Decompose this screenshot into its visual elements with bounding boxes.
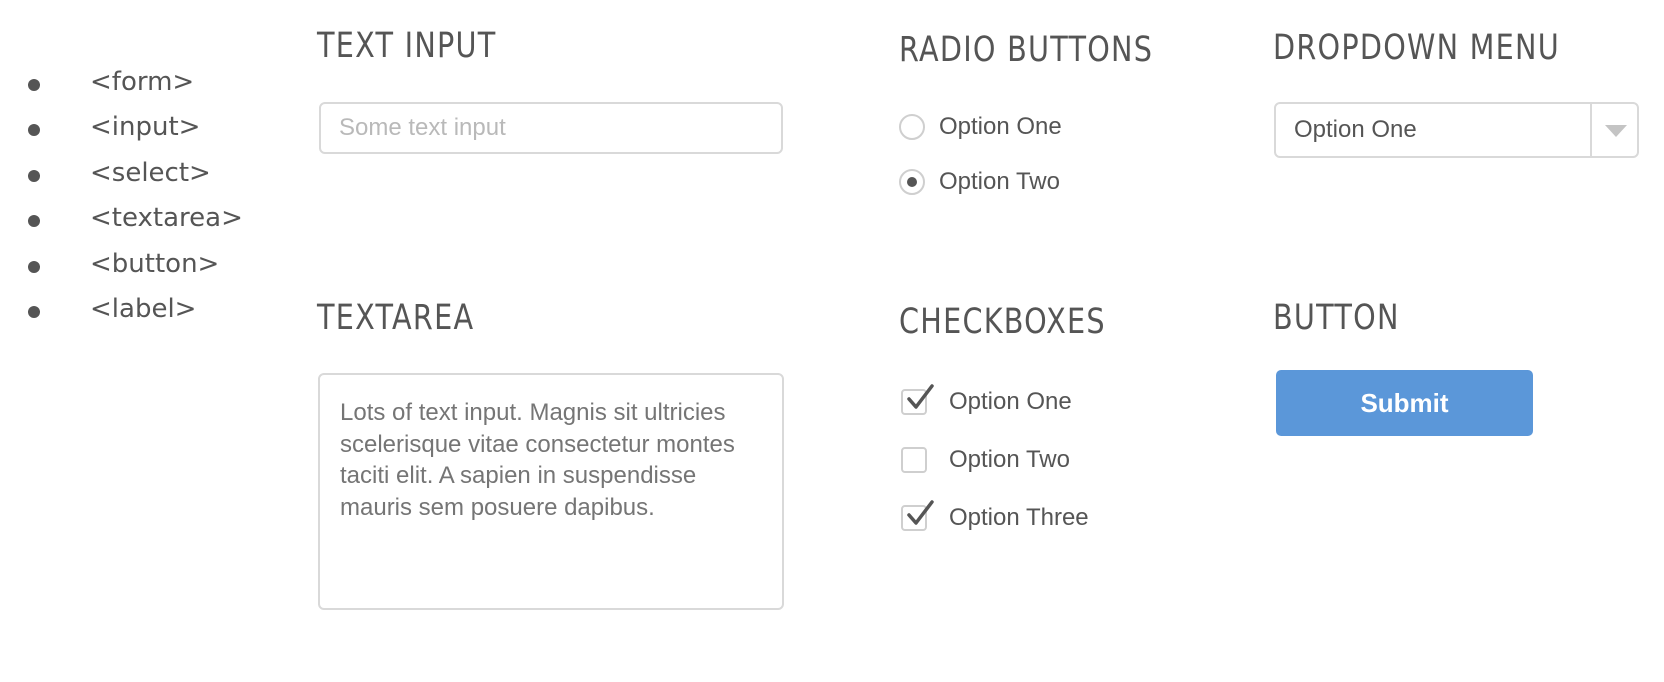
bullet-icon: [28, 169, 40, 182]
list-item-label: <textarea>: [90, 203, 243, 234]
dropdown-select[interactable]: Option One: [1274, 102, 1639, 158]
button-heading: Button: [1273, 298, 1400, 338]
radio-option-label: Option One: [939, 113, 1062, 140]
element-list: <form> <input> <select> <textarea> <butt…: [0, 60, 243, 332]
radio-button[interactable]: [899, 114, 925, 140]
submit-button[interactable]: Submit: [1276, 370, 1533, 436]
checkbox-unchecked[interactable]: [901, 447, 927, 473]
list-item-label: <button>: [90, 248, 220, 279]
bullet-icon: [28, 124, 40, 137]
radio-option-one[interactable]: Option One: [899, 107, 1062, 147]
checkmark-icon: [907, 384, 934, 409]
list-item: <input>: [0, 105, 243, 150]
list-item-label: <label>: [90, 293, 197, 324]
radio-option-label: Option Two: [939, 168, 1060, 195]
bullet-icon: [28, 305, 40, 318]
checkbox-option-two[interactable]: Option Two: [901, 440, 1070, 480]
checkboxes-heading: Checkboxes: [899, 302, 1106, 342]
checkbox-option-label: Option Two: [949, 446, 1070, 473]
textarea-heading: Textarea: [317, 298, 475, 338]
dropdown-menu-heading: Dropdown Menu: [1273, 28, 1560, 68]
dropdown-selected-value: Option One: [1294, 116, 1417, 143]
dropdown-divider: [1590, 104, 1592, 156]
checkbox-option-one[interactable]: Option One: [901, 382, 1072, 422]
bullet-icon: [28, 79, 40, 91]
checkbox-option-label: Option Three: [949, 504, 1089, 531]
radio-button-selected[interactable]: [899, 169, 925, 195]
chevron-down-icon[interactable]: [1605, 125, 1627, 137]
list-item: <button>: [0, 242, 243, 287]
checkbox-option-three[interactable]: Option Three: [901, 498, 1089, 538]
list-item: <label>: [0, 287, 243, 332]
radio-option-two[interactable]: Option Two: [899, 162, 1060, 202]
text-input-field[interactable]: [319, 102, 783, 154]
bullet-icon: [28, 215, 40, 228]
checkbox-checked[interactable]: [901, 500, 934, 531]
radio-buttons-heading: Radio Buttons: [899, 30, 1154, 70]
list-item: <select>: [0, 151, 243, 196]
textarea-field[interactable]: [318, 373, 784, 610]
list-item-label: <form>: [90, 67, 195, 97]
checkbox-checked[interactable]: [901, 384, 934, 415]
bullet-icon: [28, 260, 40, 273]
list-item: <textarea>: [0, 196, 243, 241]
text-input-heading: Text Input: [317, 26, 497, 66]
list-item-label: <select>: [90, 157, 211, 188]
list-item: <form>: [0, 60, 243, 105]
checkmark-icon: [907, 500, 934, 525]
list-item-label: <input>: [90, 112, 201, 143]
checkbox-option-label: Option One: [949, 388, 1072, 415]
